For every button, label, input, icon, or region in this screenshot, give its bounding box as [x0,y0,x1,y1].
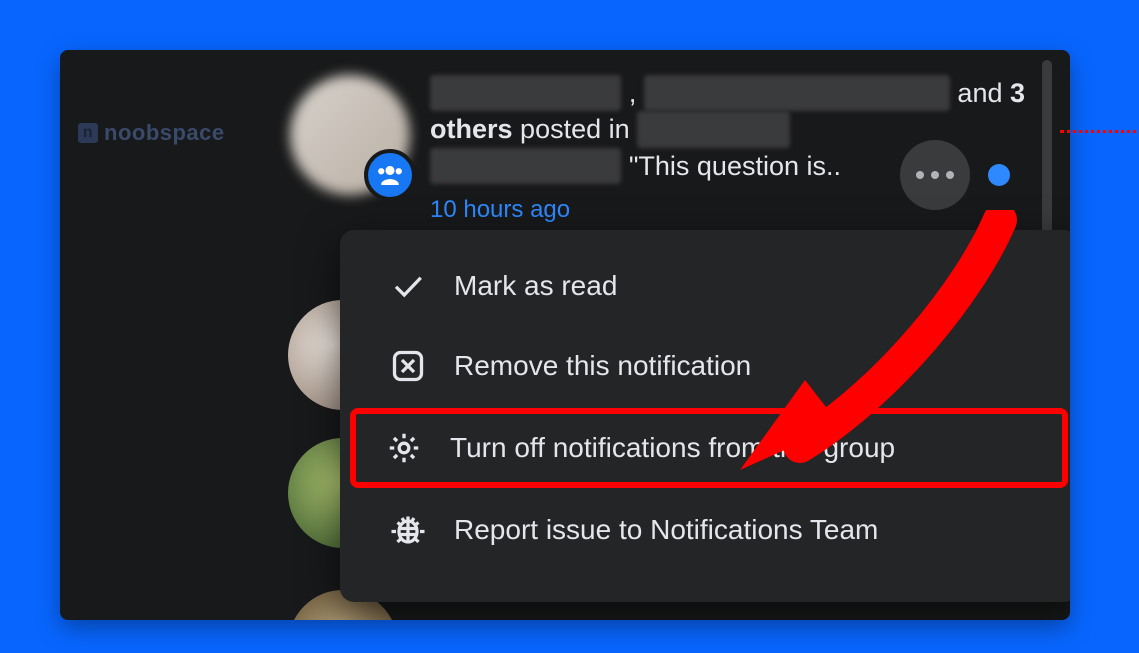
bug-icon [388,510,428,550]
menu-item-label: Report issue to Notifications Team [454,514,878,546]
watermark-text: noobspace [104,120,225,146]
x-box-icon [388,346,428,386]
menu-item-label: Remove this notification [454,350,751,382]
menu-item-label: Mark as read [454,270,617,302]
menu-item-label: Turn off notifications from this group [450,432,895,464]
annotation-dotted-line [1060,130,1139,133]
redacted-group: ████████ [637,111,790,147]
more-options-button[interactable] [900,140,970,210]
gear-icon [384,428,424,468]
ellipsis-icon [916,171,954,179]
menu-mark-as-read[interactable]: Mark as read [354,248,1064,324]
watermark: noobspace [78,120,225,146]
notification-context-menu: Mark as read Remove this notification Tu… [340,230,1070,602]
redacted-group: ██████████ [430,148,621,184]
checkmark-icon [388,266,428,306]
noobspace-logo-icon [78,123,98,143]
unread-indicator-icon [988,164,1010,186]
menu-remove-notification[interactable]: Remove this notification [354,328,1064,404]
menu-turn-off-group-notifications[interactable]: Turn off notifications from this group [350,408,1068,488]
menu-report-issue[interactable]: Report issue to Notifications Team [354,492,1064,568]
redacted-name: ██████████ [430,75,621,111]
avatar-wrap [290,75,410,195]
group-badge-icon [364,149,416,201]
screenshot-card: noobspace ██████████ , ████████████████ … [60,50,1070,620]
redacted-name: ████████████████ [644,75,950,111]
